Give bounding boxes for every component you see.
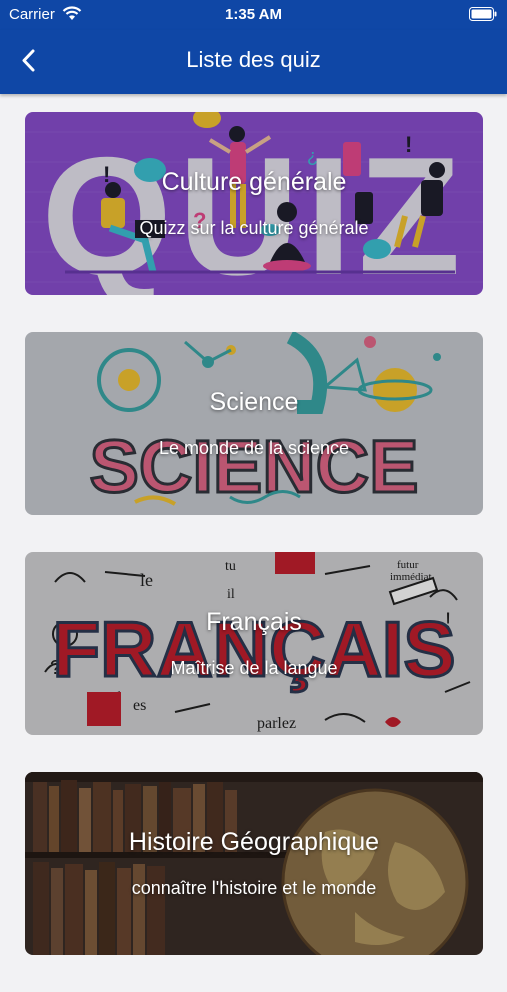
- quiz-subtitle: Maîtrise de la langue: [170, 658, 338, 678]
- status-bar: Carrier 1:35 AM: [0, 0, 507, 30]
- quiz-card-culture-generale[interactable]: QUIZ ! ! ? ¿ Culture générale Quizz sur …: [25, 112, 483, 295]
- quiz-title: Histoire Géographique: [128, 828, 380, 856]
- quiz-title: Français: [206, 608, 302, 636]
- quiz-subtitle: Le monde de la science: [158, 438, 350, 458]
- quiz-card-science[interactable]: SCIENCE Science Le monde de la science: [25, 332, 483, 515]
- quiz-title: Science: [209, 388, 299, 416]
- battery-icon: [469, 7, 497, 21]
- status-time: 1:35 AM: [225, 6, 282, 23]
- page-title: Liste des quiz: [186, 47, 321, 72]
- quiz-list: QUIZ ! ! ? ¿ Culture générale Quizz sur …: [25, 112, 483, 992]
- quiz-card-histoire-geographique[interactable]: Histoire Géographique connaître l'histoi…: [25, 772, 483, 955]
- quiz-subtitle: connaître l'histoire et le monde: [131, 878, 377, 898]
- quiz-title: Culture générale: [161, 168, 347, 196]
- quiz-subtitle: Quizz sur la culture générale: [139, 218, 369, 238]
- quiz-card-francais[interactable]: futur immédiat le il tu parlez es ? ! FR…: [25, 552, 483, 735]
- navigation-bar: Liste des quiz: [0, 30, 507, 94]
